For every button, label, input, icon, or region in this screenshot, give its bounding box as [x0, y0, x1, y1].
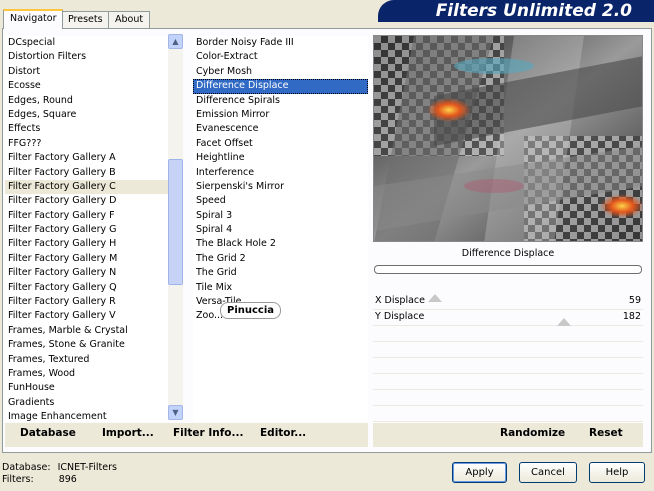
preview-image	[373, 35, 643, 242]
apply-button[interactable]: Apply	[452, 462, 507, 483]
tab-about[interactable]: About	[108, 11, 151, 28]
filter-list-item[interactable]: Spiral 4	[193, 223, 368, 237]
help-button[interactable]: Help	[589, 462, 645, 483]
category-list-item[interactable]: Filter Factory Gallery D	[5, 194, 168, 208]
tab-presets[interactable]: Presets	[61, 11, 110, 28]
param-row-empty	[373, 342, 643, 358]
category-list-item[interactable]: Filter Factory Gallery R	[5, 295, 168, 309]
filter-list-item[interactable]: Evanescence	[193, 122, 368, 136]
cancel-button[interactable]: Cancel	[519, 462, 577, 483]
filter-info-button[interactable]: Filter Info...	[173, 427, 243, 439]
param-value: 59	[628, 295, 641, 306]
category-list-item[interactable]: Gradients	[5, 396, 168, 410]
category-list-item[interactable]: Filter Factory Gallery G	[5, 223, 168, 237]
category-list-item[interactable]: Frames, Textured	[5, 353, 168, 367]
category-list-item[interactable]: Frames, Stone & Granite	[5, 338, 168, 352]
app-banner: Filters Unlimited 2.0	[378, 0, 654, 22]
category-list-item[interactable]: FunHouse	[5, 381, 168, 395]
database-button[interactable]: Database	[20, 427, 76, 439]
category-list-item[interactable]: Filter Factory Gallery A	[5, 151, 168, 165]
slider-marker-icon[interactable]	[557, 318, 571, 326]
filter-list-item[interactable]: Emission Mirror	[193, 108, 368, 122]
category-list-item[interactable]: Filter Factory Gallery C	[5, 179, 168, 195]
param-value: 182	[622, 311, 641, 322]
category-list-item[interactable]: Distort	[5, 65, 168, 79]
filter-list-item[interactable]: Border Noisy Fade III	[193, 36, 368, 50]
param-row-empty	[373, 358, 643, 374]
category-list-item[interactable]: Filter Factory Gallery B	[5, 166, 168, 180]
param-row-x[interactable]: X Displace 59	[373, 294, 643, 310]
filter-list-item[interactable]: Difference Displace	[193, 79, 368, 94]
filter-list-item[interactable]: Speed	[193, 194, 368, 208]
category-list-item[interactable]: Distortion Filters	[5, 50, 168, 64]
category-list-item[interactable]: Filter Factory Gallery H	[5, 237, 168, 251]
filter-list-item[interactable]: The Black Hole 2	[193, 237, 368, 251]
randomize-button[interactable]: Randomize	[500, 427, 565, 439]
filter-list-item[interactable]: Spiral 3	[193, 209, 368, 223]
parameter-panel: X Displace 59 Y Displace 182	[373, 294, 643, 424]
category-list-item[interactable]: FFG???	[5, 137, 168, 151]
category-list-item[interactable]: Filter Factory Gallery M	[5, 252, 168, 266]
progress-bar	[374, 265, 642, 274]
filter-list-item[interactable]: Interference	[193, 166, 368, 180]
tab-navigator[interactable]: Navigator	[3, 9, 64, 29]
filter-list[interactable]: Border Noisy Fade III Color-Extract Cyber …	[193, 36, 368, 422]
param-row-empty	[373, 390, 643, 406]
status-filters: Filters: 896	[2, 474, 77, 485]
filter-list-item[interactable]: Heightline	[193, 151, 368, 165]
param-row-empty	[373, 406, 643, 422]
category-list[interactable]: DCspecial Distortion Filters Distort Ecosse…	[5, 36, 168, 422]
slider-marker-icon[interactable]	[428, 294, 442, 302]
reset-button[interactable]: Reset	[589, 427, 623, 439]
filter-list-item[interactable]: Difference Spirals	[193, 94, 368, 108]
status-database: Database: ICNET-Filters	[2, 462, 117, 473]
category-list-item[interactable]: Frames, Marble & Crystal	[5, 324, 168, 338]
scroll-thumb[interactable]	[168, 159, 183, 285]
param-row-y[interactable]: Y Displace 182	[373, 310, 643, 326]
param-row-empty	[373, 374, 643, 390]
scroll-down-icon[interactable]: ▼	[168, 405, 183, 420]
param-row-empty	[373, 326, 643, 342]
filter-list-item[interactable]: The Grid 2	[193, 252, 368, 266]
category-list-item[interactable]: Filter Factory Gallery N	[5, 266, 168, 280]
category-list-item[interactable]: Filter Factory Gallery F	[5, 209, 168, 223]
param-label: X Displace	[375, 295, 425, 306]
filter-list-item[interactable]: The Grid	[193, 266, 368, 280]
filter-list-item[interactable]: Sierpenski's Mirror	[193, 180, 368, 194]
category-list-item[interactable]: Filter Factory Gallery V	[5, 309, 168, 323]
category-list-item[interactable]: Effects	[5, 122, 168, 136]
filter-list-item[interactable]: Cyber Mosh	[193, 65, 368, 79]
filter-list-item[interactable]: Facet Offset	[193, 137, 368, 151]
filter-list-item[interactable]: Tile Mix	[193, 281, 368, 295]
editor-button[interactable]: Editor...	[260, 427, 306, 439]
param-label: Y Displace	[375, 311, 425, 322]
category-list-item[interactable]: Ecosse	[5, 79, 168, 93]
category-scrollbar[interactable]: ▲ ▼	[168, 34, 183, 420]
filter-name-label: Difference Displace	[461, 248, 555, 259]
filter-list-item[interactable]: Color-Extract	[193, 50, 368, 64]
scroll-up-icon[interactable]: ▲	[168, 34, 183, 49]
category-list-item[interactable]: Edges, Round	[5, 94, 168, 108]
category-list-item[interactable]: Filter Factory Gallery Q	[5, 281, 168, 295]
watermark-label: Pinuccia	[220, 302, 282, 319]
category-list-item[interactable]: Frames, Wood	[5, 367, 168, 381]
category-list-item[interactable]: Edges, Square	[5, 108, 168, 122]
import-button[interactable]: Import...	[102, 427, 154, 439]
category-list-item[interactable]: DCspecial	[5, 36, 168, 50]
preview-art	[374, 36, 642, 241]
